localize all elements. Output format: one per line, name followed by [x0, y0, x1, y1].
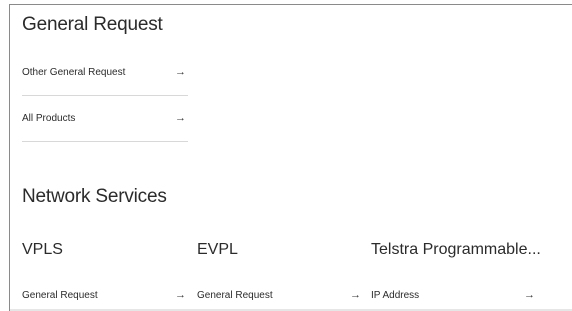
- arrow-right-icon: →: [175, 111, 186, 124]
- link-label: All Products: [22, 112, 76, 124]
- telstra-programmable-title: Telstra Programmable...: [371, 241, 541, 258]
- evpl-general-request-link[interactable]: General Request →: [197, 283, 361, 307]
- link-label: General Request: [197, 289, 273, 301]
- arrow-right-icon: →: [350, 288, 361, 301]
- link-label: Other General Request: [22, 66, 126, 78]
- network-services-heading: Network Services: [22, 186, 167, 207]
- divider: [22, 95, 188, 96]
- vpls-title: VPLS: [22, 241, 63, 258]
- all-products-link[interactable]: All Products →: [22, 106, 186, 130]
- general-request-heading: General Request: [22, 14, 163, 35]
- divider: [22, 141, 188, 142]
- link-label: General Request: [22, 289, 98, 301]
- ip-address-link[interactable]: IP Address →: [371, 283, 535, 307]
- evpl-title: EVPL: [197, 241, 238, 258]
- vpls-general-request-link[interactable]: General Request →: [22, 283, 186, 307]
- arrow-right-icon: →: [175, 65, 186, 78]
- arrow-right-icon: →: [524, 288, 535, 301]
- arrow-right-icon: →: [175, 288, 186, 301]
- link-label: IP Address: [371, 289, 420, 301]
- other-general-request-link[interactable]: Other General Request →: [22, 60, 186, 84]
- page-frame: [9, 4, 572, 311]
